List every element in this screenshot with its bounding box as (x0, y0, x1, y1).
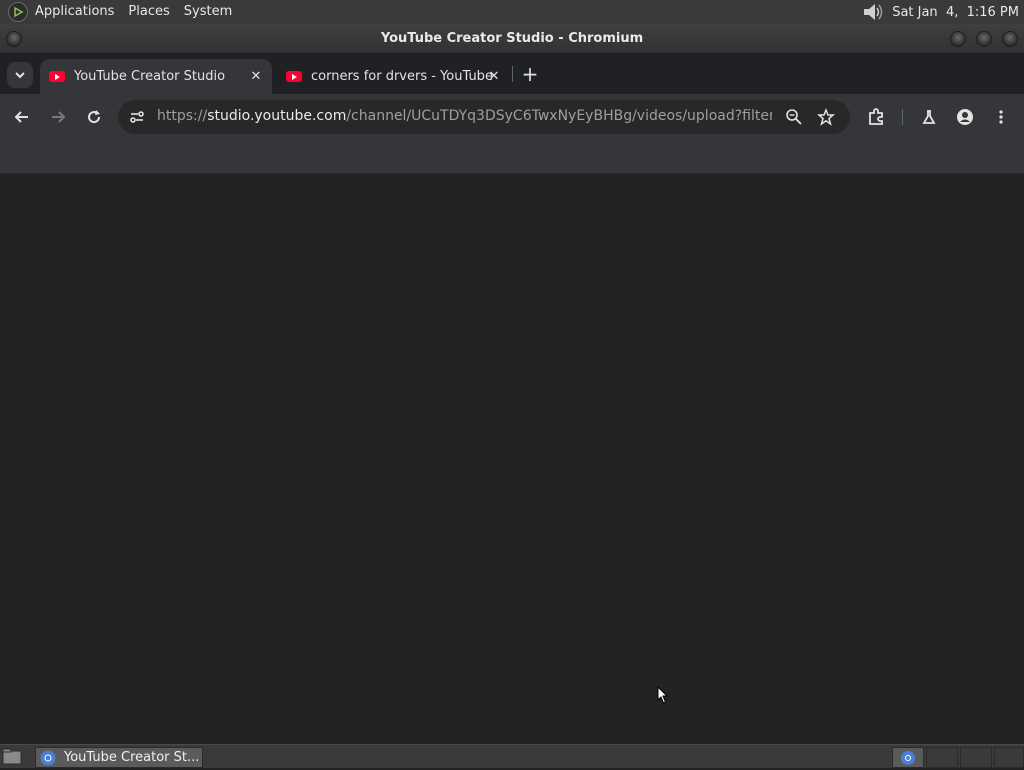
arrow-left-icon (14, 111, 28, 123)
profile-button[interactable] (953, 105, 977, 129)
workspace-3[interactable] (960, 747, 992, 768)
flask-icon (922, 110, 936, 124)
avatar-icon (957, 109, 973, 125)
panel-menu-bar: Applications Places System (0, 0, 239, 24)
taskbar-window-chromium[interactable]: YouTube Creator St... (35, 747, 203, 768)
window-title: YouTube Creator Studio - Chromium (380, 31, 644, 46)
workspace-2[interactable] (926, 747, 958, 768)
tab-corners-for-drvers[interactable]: corners for drvers - YouTube ✕ (277, 59, 510, 94)
url-scheme: https:// (157, 108, 208, 124)
top-panel: Applications Places System Sat Jan 4, 1:… (0, 0, 1024, 24)
bookmark-star-icon[interactable] (817, 107, 835, 126)
speaker-icon[interactable] (862, 2, 884, 22)
toolbar-separator (902, 109, 903, 125)
chromium-icon (40, 750, 56, 765)
taskbar-window-label: YouTube Creator St... (64, 750, 200, 765)
zoom-icon[interactable] (785, 108, 803, 126)
url-path: /channel/UCuTDYq3DSyC6TwxNyEyBHBg/videos… (346, 108, 772, 124)
kebab-menu-icon (999, 110, 1003, 124)
extensions-button[interactable] (864, 105, 888, 129)
menu-places[interactable]: Places (121, 0, 176, 24)
workspace-4[interactable] (994, 747, 1024, 768)
close-icon[interactable]: ✕ (248, 68, 264, 84)
back-button[interactable] (10, 105, 34, 129)
clock[interactable]: Sat Jan 4, 1:16 PM (892, 5, 1019, 20)
menu-system[interactable]: System (177, 0, 239, 24)
url-host: studio.youtube.com (207, 108, 347, 124)
menu-applications[interactable]: Applications (28, 0, 121, 24)
new-tab-button[interactable]: + (520, 64, 540, 84)
window-menu-button[interactable] (6, 31, 22, 47)
youtube-icon (286, 71, 302, 82)
minimize-button[interactable] (950, 31, 966, 47)
tab-youtube-studio[interactable]: YouTube Creator Studio ✕ (40, 59, 272, 94)
url-text[interactable]: https://studio.youtube.com/channel/UCuTD… (157, 108, 772, 124)
chromium-icon (901, 751, 915, 765)
site-info-icon[interactable] (128, 108, 146, 126)
bottom-taskbar: YouTube Creator St... (0, 744, 1024, 768)
labs-button[interactable] (917, 105, 941, 129)
page-content[interactable] (0, 174, 1024, 744)
tab-search-button[interactable] (7, 62, 33, 88)
menu-button[interactable] (989, 105, 1013, 129)
chevron-down-icon (15, 72, 25, 79)
mouse-cursor-icon (657, 685, 669, 708)
show-desktop-icon[interactable] (2, 748, 22, 766)
arrow-right-icon (52, 111, 66, 123)
bookmark-bar (0, 140, 1024, 174)
close-window-button[interactable] (1002, 31, 1018, 47)
puzzle-icon (869, 108, 883, 125)
tab-title: corners for drvers - YouTube (311, 69, 493, 84)
gnome-foot-icon[interactable] (8, 2, 28, 22)
workspace-1[interactable] (892, 747, 924, 768)
close-icon[interactable]: ✕ (486, 68, 502, 84)
window-titlebar[interactable]: YouTube Creator Studio - Chromium (0, 24, 1024, 54)
maximize-button[interactable] (976, 31, 992, 47)
tab-separator (512, 66, 513, 82)
panel-tray: Sat Jan 4, 1:16 PM (862, 0, 1024, 24)
tab-title: YouTube Creator Studio (74, 69, 226, 84)
forward-button[interactable] (46, 105, 70, 129)
reload-button[interactable] (82, 105, 106, 129)
youtube-icon (49, 71, 65, 82)
reload-icon (88, 110, 101, 124)
